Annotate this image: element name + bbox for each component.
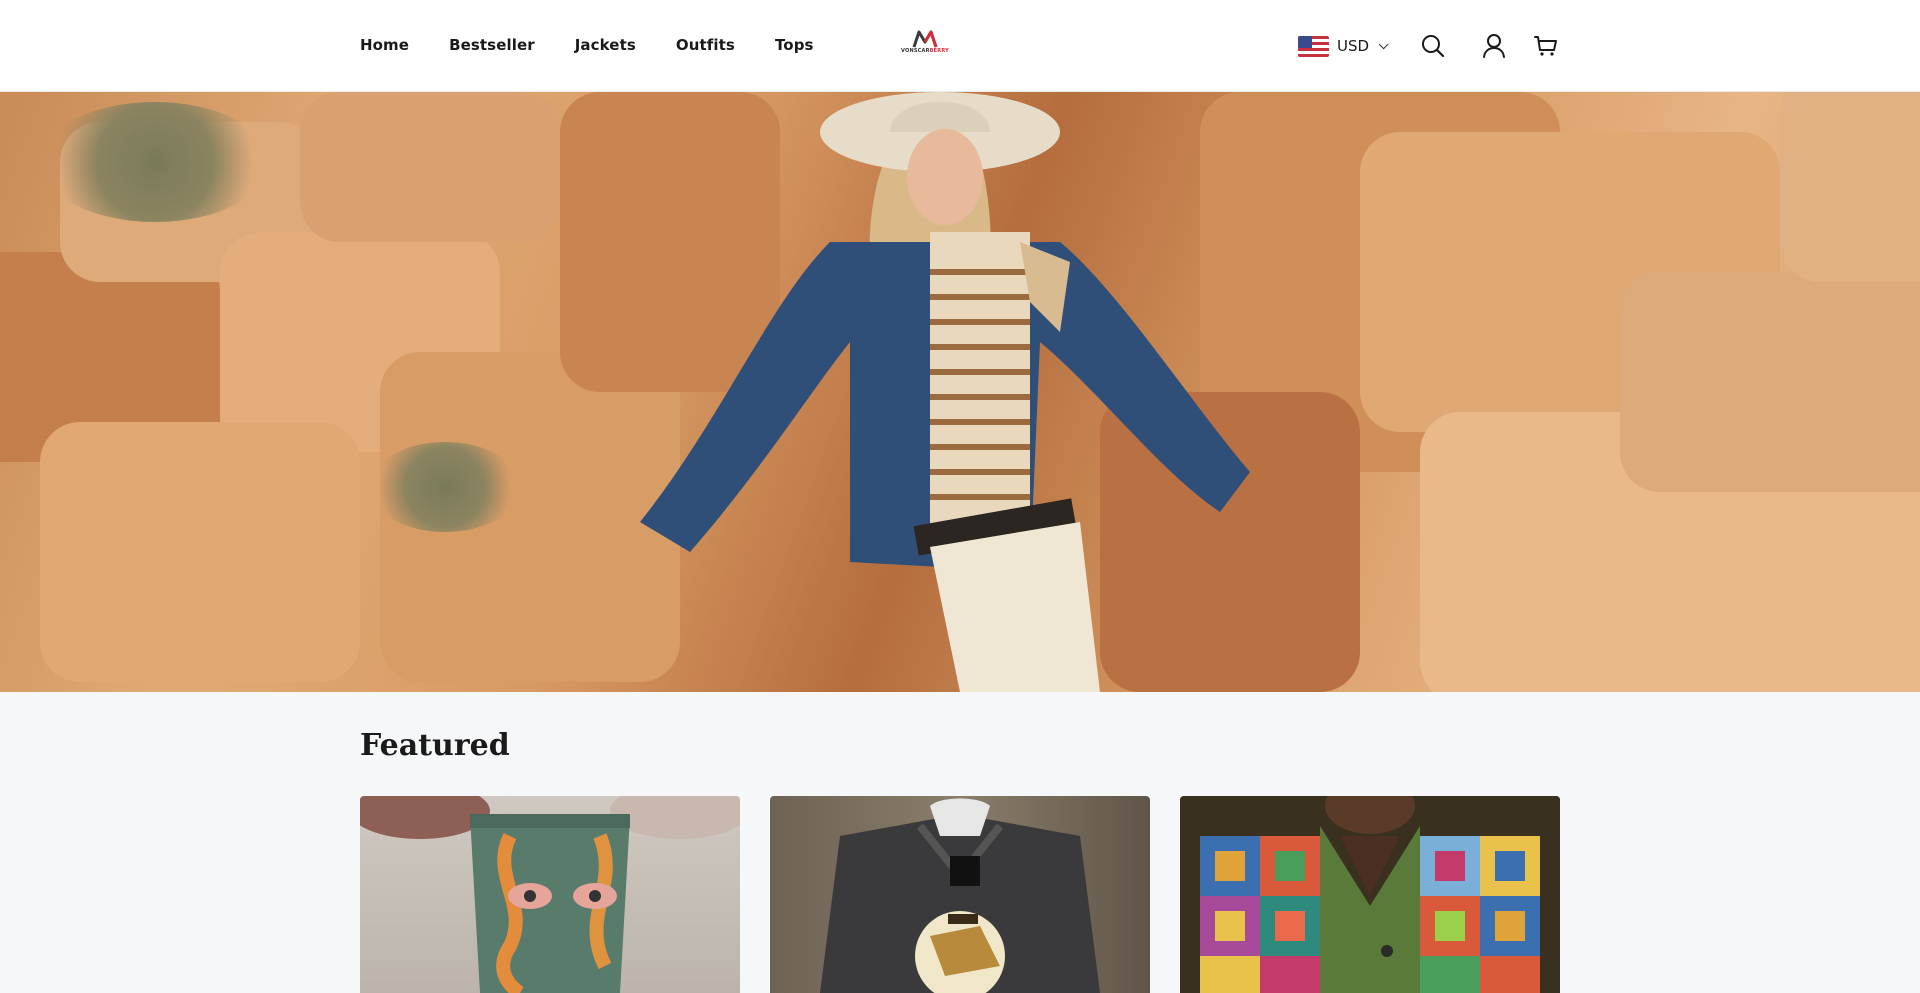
chevron-down-icon — [1378, 38, 1389, 49]
product-image-1 — [360, 796, 740, 993]
product-card-3[interactable] — [1180, 796, 1560, 993]
logo-wordmark: VONSCARBERRY — [900, 48, 950, 54]
product-card-1[interactable] — [360, 796, 740, 993]
product-image-3 — [1180, 796, 1560, 993]
currency-selector[interactable]: USD — [1298, 35, 1389, 57]
search-icon[interactable] — [1420, 33, 1446, 59]
nav-outfits[interactable]: Outfits — [676, 36, 735, 54]
brand-logo[interactable]: VONSCARBERRY — [900, 30, 950, 58]
nav-jackets[interactable]: Jackets — [575, 36, 636, 54]
logo-text-red: BERRY — [929, 48, 949, 54]
logo-mark-icon — [912, 30, 938, 48]
hero-model-figure — [640, 92, 1250, 692]
nav-tops[interactable]: Tops — [775, 36, 814, 54]
header-actions: USD — [1298, 30, 1389, 62]
product-card-2[interactable] — [770, 796, 1150, 993]
us-flag-icon — [1298, 35, 1329, 57]
main-nav: Home Bestseller Jackets Outfits Tops — [360, 36, 854, 54]
logo-text-dark: VONSCAR — [901, 48, 930, 54]
cart-icon[interactable] — [1533, 33, 1559, 59]
nav-home[interactable]: Home — [360, 36, 409, 54]
site-header: Home Bestseller Jackets Outfits Tops VON… — [0, 0, 1920, 92]
currency-label: USD — [1337, 37, 1370, 55]
product-image-2 — [820, 798, 1100, 993]
account-icon[interactable] — [1481, 33, 1507, 59]
nav-bestseller[interactable]: Bestseller — [449, 36, 535, 54]
featured-heading: Featured — [360, 728, 510, 763]
hero-banner[interactable] — [0, 92, 1920, 692]
